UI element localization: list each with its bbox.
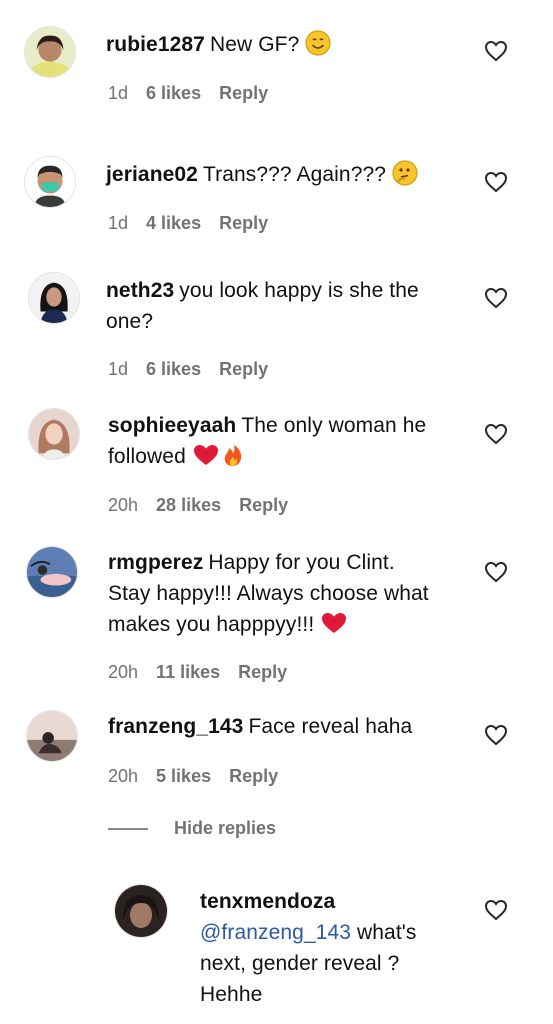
comment-text: Trans??? Again??? — [202, 163, 387, 186]
heart-outline-icon[interactable] — [484, 561, 508, 583]
heart-outline-icon[interactable] — [484, 724, 508, 746]
reply-button[interactable]: Reply — [229, 766, 278, 787]
hide-replies-label: Hide replies — [174, 818, 277, 838]
avatar[interactable] — [114, 884, 168, 938]
heart-outline-icon[interactable] — [484, 287, 508, 309]
red-heart-emoji — [192, 442, 220, 468]
likes-count[interactable]: 4 likes — [146, 213, 201, 234]
hide-replies-button[interactable]: Hide replies — [108, 818, 276, 839]
username[interactable]: sophieeyaah — [108, 414, 236, 437]
username[interactable]: rubie1287 — [106, 33, 205, 56]
timestamp: 20h — [108, 662, 139, 682]
mention-link[interactable]: @franzeng_143 — [200, 921, 351, 944]
reply-button[interactable]: Reply — [219, 359, 268, 380]
thinking-face-emoji — [392, 160, 418, 186]
username[interactable]: rmgperez — [108, 551, 203, 574]
comment-text: you look happy is she the — [179, 279, 419, 302]
comment-text: The only woman he — [241, 414, 427, 437]
avatar[interactable] — [26, 710, 78, 762]
timestamp: 20h — [108, 766, 139, 786]
reply-button[interactable]: Reply — [219, 213, 268, 234]
comment-text-line-3: makes you happpyy!!! — [108, 613, 315, 636]
timestamp: 20h — [108, 495, 139, 515]
red-heart-emoji — [320, 610, 348, 636]
comment-text-line-2: Stay happy!!! Always choose what — [108, 582, 429, 605]
timestamp: 1d — [108, 213, 129, 233]
avatar[interactable] — [28, 272, 80, 324]
comment-text-line-2: one? — [106, 310, 154, 333]
comment-text: what's — [357, 921, 417, 944]
username[interactable]: jeriane02 — [106, 163, 198, 186]
divider-line — [108, 827, 148, 830]
comment-text-line-2: next, gender reveal ? — [200, 952, 400, 975]
comment-text-line-3: Hehhe — [200, 983, 263, 1006]
heart-outline-icon[interactable] — [484, 171, 508, 193]
comment-text: Happy for you Clint. — [208, 551, 395, 574]
likes-count[interactable]: 6 likes — [146, 83, 201, 104]
reply-button[interactable]: Reply — [219, 83, 268, 104]
likes-count[interactable]: 6 likes — [146, 359, 201, 380]
likes-count[interactable]: 5 likes — [156, 766, 211, 787]
heart-outline-icon[interactable] — [484, 40, 508, 62]
username[interactable]: franzeng_143 — [108, 715, 243, 738]
likes-count[interactable]: 28 likes — [156, 495, 221, 516]
reply-button[interactable]: Reply — [238, 662, 287, 683]
comment-text: Face reveal haha — [248, 715, 413, 738]
comment-text: New GF? — [209, 33, 300, 56]
fire-emoji — [220, 442, 246, 468]
username[interactable]: neth23 — [106, 279, 174, 302]
timestamp: 1d — [108, 83, 129, 103]
likes-count[interactable]: 11 likes — [156, 662, 220, 683]
smiling-face-emoji — [305, 30, 331, 56]
avatar[interactable] — [26, 546, 78, 598]
avatar[interactable] — [24, 26, 76, 78]
reply-button[interactable]: Reply — [239, 495, 288, 516]
comment-text-line-2: followed — [108, 445, 186, 468]
username[interactable]: tenxmendoza — [200, 890, 335, 913]
heart-outline-icon[interactable] — [484, 899, 508, 921]
avatar[interactable] — [28, 408, 80, 460]
heart-outline-icon[interactable] — [484, 423, 508, 445]
avatar[interactable] — [24, 156, 76, 208]
timestamp: 1d — [108, 359, 129, 379]
